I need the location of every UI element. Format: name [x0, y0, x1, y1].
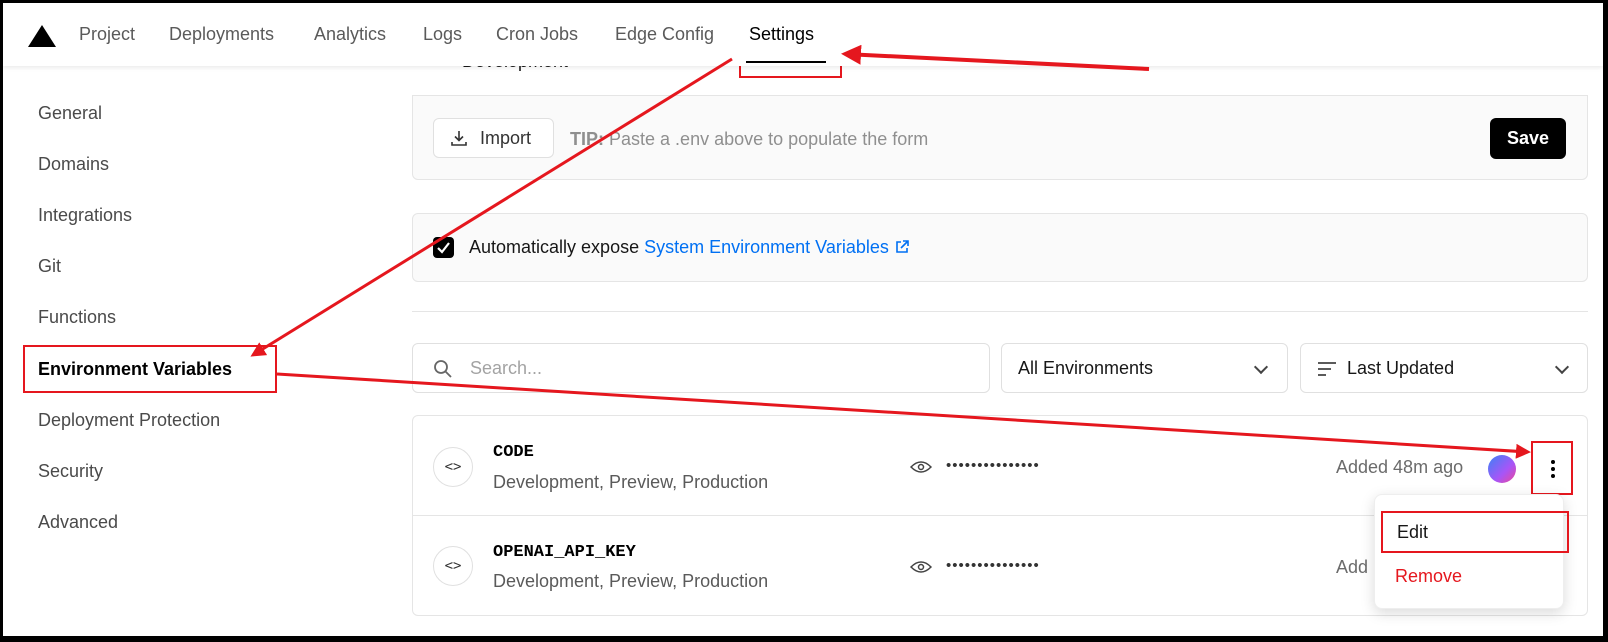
variable-name[interactable]: OPENAI_API_KEY [493, 543, 636, 562]
sidebar-item-general[interactable]: General [38, 103, 102, 124]
variable-environments: Development, Preview, Production [493, 571, 769, 591]
sort-select-value: Last Updated [1347, 358, 1455, 378]
sidebar-item-git[interactable]: Git [38, 256, 61, 277]
chevron-down-icon [1554, 359, 1570, 375]
tab-edge-config[interactable]: Edge Config [615, 24, 714, 45]
environment-select[interactable]: All Environments [1001, 343, 1288, 393]
section-divider [412, 311, 1588, 312]
download-icon [451, 131, 467, 146]
system-env-vars-link[interactable]: System Environment Variables [644, 237, 889, 257]
vercel-logo-icon[interactable] [28, 25, 56, 47]
tip-prefix: TIP: [570, 129, 604, 149]
sidebar-item-security[interactable]: Security [38, 461, 103, 482]
sidebar-item-advanced[interactable]: Advanced [38, 512, 118, 533]
tab-deployments[interactable]: Deployments [169, 24, 274, 45]
tip-body: Paste a .env above to populate the form [609, 129, 929, 149]
tab-analytics[interactable]: Analytics [314, 24, 386, 45]
sidebar-item-integrations[interactable]: Integrations [38, 205, 132, 226]
tab-project[interactable]: Project [79, 24, 135, 45]
eye-icon[interactable] [910, 460, 932, 474]
tab-settings[interactable]: Settings [749, 24, 814, 45]
expose-text: Automatically expose System Environment … [469, 237, 910, 258]
search-field[interactable]: Search... [412, 343, 990, 393]
row-menu-button[interactable] [1531, 441, 1573, 495]
sort-lines-icon [1318, 362, 1336, 376]
eye-icon[interactable] [910, 560, 932, 574]
expose-label: Automatically expose [469, 237, 640, 257]
import-button[interactable]: Import [433, 118, 554, 158]
expose-checkbox[interactable] [433, 237, 454, 258]
search-icon [434, 360, 452, 378]
added-time: Added 48m ago [1336, 457, 1464, 477]
chevron-down-icon [1253, 359, 1269, 375]
tab-logs[interactable]: Logs [423, 24, 462, 45]
checkmark-icon [437, 242, 450, 254]
sidebar-item-deployment-protection[interactable]: Deployment Protection [38, 410, 220, 431]
app-window: Development Project Deployments Analytic… [3, 3, 1603, 636]
env-vars-highlight-box [23, 345, 277, 393]
kebab-dot [1551, 474, 1555, 478]
added-time: Add [1336, 557, 1369, 577]
save-button[interactable]: Save [1490, 118, 1566, 159]
active-tab-indicator [746, 61, 826, 63]
top-nav: Project Deployments Analytics Logs Cron … [3, 3, 1603, 66]
kebab-dot [1551, 460, 1555, 464]
variable-environments: Development, Preview, Production [493, 472, 769, 492]
menu-item-edit[interactable]: Edit [1381, 511, 1569, 553]
masked-value: ••••••••••••••• [946, 457, 1040, 474]
sidebar-item-functions[interactable]: Functions [38, 307, 116, 328]
variable-name[interactable]: CODE [493, 443, 534, 462]
import-label: Import [480, 128, 532, 148]
code-icon: <> [433, 546, 473, 586]
sort-select[interactable]: Last Updated [1300, 343, 1588, 393]
tip-text: TIP: Paste a .env above to populate the … [570, 129, 928, 150]
kebab-dot [1551, 467, 1555, 471]
row-context-menu: Edit Remove [1374, 494, 1569, 609]
code-icon: <> [433, 447, 473, 487]
avatar [1488, 455, 1516, 483]
environment-select-value: All Environments [1018, 358, 1154, 378]
tab-cron-jobs[interactable]: Cron Jobs [496, 24, 578, 45]
masked-value: ••••••••••••••• [946, 557, 1040, 574]
search-input[interactable]: Search... [470, 358, 542, 379]
menu-item-remove[interactable]: Remove [1395, 566, 1462, 587]
sidebar-item-domains[interactable]: Domains [38, 154, 109, 175]
external-link-icon[interactable] [894, 239, 910, 255]
